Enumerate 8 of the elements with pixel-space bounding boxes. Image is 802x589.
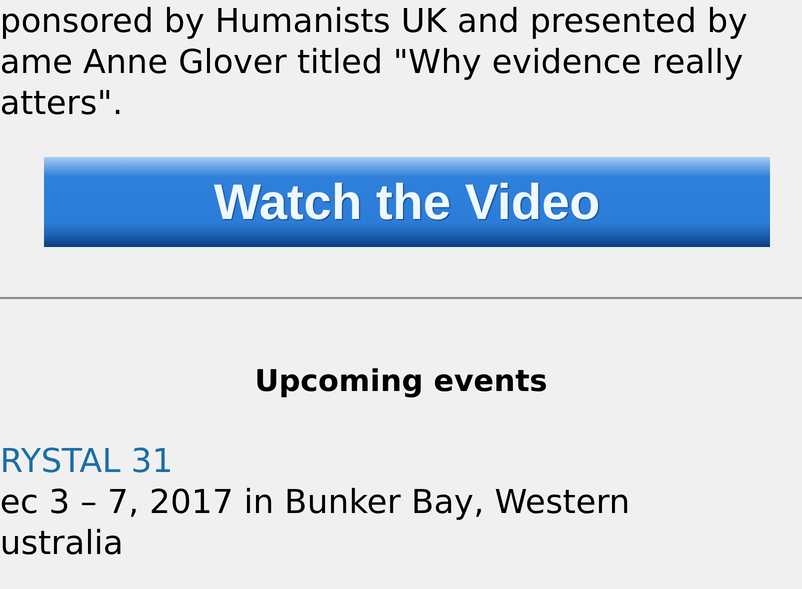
- paragraph-line: ame Anne Glover titled "Why evidence really: [0, 41, 744, 82]
- event-details: ec 3 – 7, 2017 in Bunker Bay, Western: [0, 481, 630, 522]
- paragraph-line: ponsored by Humanists UK and presented by: [0, 0, 748, 41]
- paragraph-line: atters".: [0, 82, 123, 123]
- event-details: ustralia: [0, 522, 124, 563]
- watch-video-button[interactable]: Watch the Video: [44, 157, 770, 247]
- event-link[interactable]: RYSTAL 31: [0, 440, 173, 481]
- section-heading: Upcoming events: [254, 363, 548, 401]
